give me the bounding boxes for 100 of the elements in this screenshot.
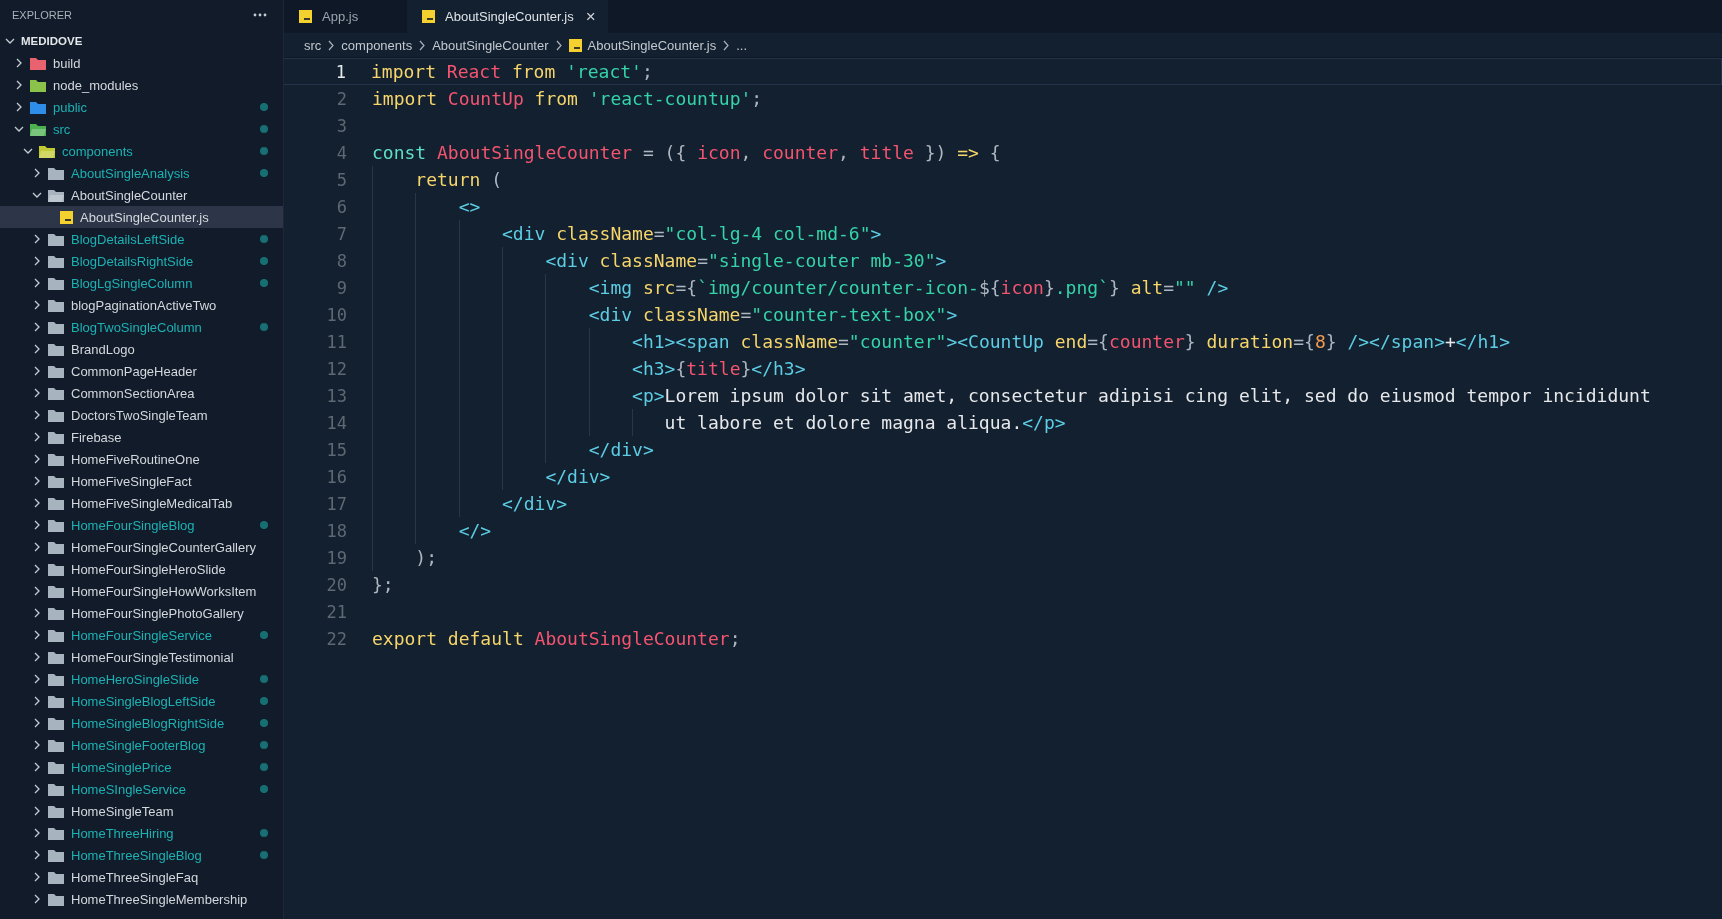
modified-dot [260,521,268,529]
tree-item[interactable]: DoctorsTwoSingleTeam [0,404,283,426]
line-number: 8 [335,250,347,271]
tree-item[interactable]: HomeSingleBlogLeftSide [0,690,283,712]
code-line: ut labore et dolore magna aliqua.</p> [664,412,1066,433]
editor-tab[interactable]: App.js [284,0,407,33]
tree-item[interactable]: BlogDetailsRightSide [0,250,283,272]
line-number: 22 [325,628,347,649]
open-folder-icon [30,122,46,136]
line-number: 21 [325,601,347,622]
folder-icon [48,826,64,840]
folder-icon [30,100,46,114]
modified-dot [260,103,268,111]
js-file-icon [422,10,435,23]
tree-item[interactable]: build [0,52,283,74]
modified-dot [260,169,268,177]
folder-icon [48,364,64,378]
tree-item[interactable]: BlogLgSingleColumn [0,272,283,294]
modified-dot [260,631,268,639]
line-number: 7 [335,223,347,244]
folder-icon [48,166,64,180]
tree-item[interactable]: HomeFourSinglePhotoGallery [0,602,283,624]
tree-item[interactable]: AboutSingleCounter.js [0,206,283,228]
folder-icon [48,760,64,774]
tree-item[interactable]: HomeFourSingleHowWorksItem [0,580,283,602]
tree-item[interactable]: AboutSingleCounter [0,184,283,206]
folder-icon [48,320,64,334]
tree-item[interactable]: HomeFourSingleService [0,624,283,646]
tree-item[interactable]: CommonSectionArea [0,382,283,404]
tree-item[interactable]: HomeFiveSingleMedicalTab [0,492,283,514]
code-line: <> [458,196,481,217]
folder-icon [48,386,64,400]
modified-dot [260,257,268,265]
folder-icon [48,496,64,510]
tree-item[interactable]: HomeThreeSingleMembership [0,888,283,910]
tree-item[interactable]: HomeFourSingleCounterGallery [0,536,283,558]
tree-item[interactable]: HomeFiveSingleFact [0,470,283,492]
breadcrumb-item[interactable]: components [341,37,413,53]
tree-item[interactable]: AboutSingleAnalysis [0,162,283,184]
tree-item[interactable]: HomeSingleFooterBlog [0,734,283,756]
tree-item[interactable]: MEDIDOVE [0,30,283,52]
more-icon[interactable] [253,13,267,17]
line-number: 4 [335,142,347,163]
tree-item[interactable]: Firebase [0,426,283,448]
folder-icon [48,254,64,268]
code-line: </> [458,520,492,541]
folder-icon [48,518,64,532]
tree-item[interactable]: HomeSIngleService [0,778,283,800]
chevron-right-icon [554,39,563,51]
tree-item[interactable]: src [0,118,283,140]
folder-icon [48,408,64,422]
tree-item[interactable]: BlogTwoSingleColumn [0,316,283,338]
tree-item[interactable]: components [0,140,283,162]
tree-item[interactable]: node_modules [0,74,283,96]
breadcrumb-item[interactable]: AboutSingleCounter [432,37,549,53]
folder-icon [48,848,64,862]
tree-item[interactable]: CommonPageHeader [0,360,283,382]
folder-icon [48,474,64,488]
tree-item[interactable]: HomeThreeSingleBlog [0,844,283,866]
open-folder-icon [39,144,55,158]
line-number: 14 [325,412,347,433]
folder-icon [48,672,64,686]
line-number: 17 [325,493,347,514]
code-line: <div className="counter-text-box"> [588,304,958,325]
code-line: <h3>{title}</h3> [632,358,806,379]
tree-item[interactable]: HomeHeroSingleSlide [0,668,283,690]
chevron-right-icon [418,39,427,51]
tree-item[interactable]: BrandLogo [0,338,283,360]
close-tab-button[interactable]: × [585,6,596,27]
line-number: 10 [325,304,347,325]
folder-icon [30,78,46,92]
line-number: 20 [325,574,347,595]
code-line: export default AboutSingleCounter; [372,628,741,649]
breadcrumb-item[interactable]: ... [736,37,748,53]
open-folder-icon [48,188,64,202]
modified-dot [260,741,268,749]
js-file-icon [568,38,582,52]
tree-item[interactable]: HomeFiveRoutineOne [0,448,283,470]
breadcrumb-item[interactable]: AboutSingleCounter.js [587,37,717,53]
line-number: 1 [334,61,346,82]
breadcrumb-item[interactable]: src [304,37,322,53]
tree-item[interactable]: HomeThreeSingleFaq [0,866,283,888]
code-line: return ( [415,169,503,190]
modified-dot [260,785,268,793]
tree-item[interactable]: BlogDetailsLeftSide [0,228,283,250]
tree-item[interactable]: blogPaginationActiveTwo [0,294,283,316]
tree-item[interactable]: HomeFourSingleBlog [0,514,283,536]
folder-icon [48,650,64,664]
folder-icon [48,452,64,466]
editor-tab[interactable]: AboutSingleCounter.js × [407,0,608,33]
folder-icon [48,298,64,312]
code-line: import CountUp from 'react-countup'; [372,88,763,109]
tree-item[interactable]: HomeFourSingleTestimonial [0,646,283,668]
tree-item[interactable]: HomeThreeHiring [0,822,283,844]
tree-item[interactable]: HomeSinglePrice [0,756,283,778]
tree-item[interactable]: HomeSingleTeam [0,800,283,822]
tree-item[interactable]: HomeFourSingleHeroSlide [0,558,283,580]
tree-item[interactable]: public [0,96,283,118]
tree-item[interactable]: HomeSingleBlogRightSide [0,712,283,734]
code-line: ); [415,547,438,568]
